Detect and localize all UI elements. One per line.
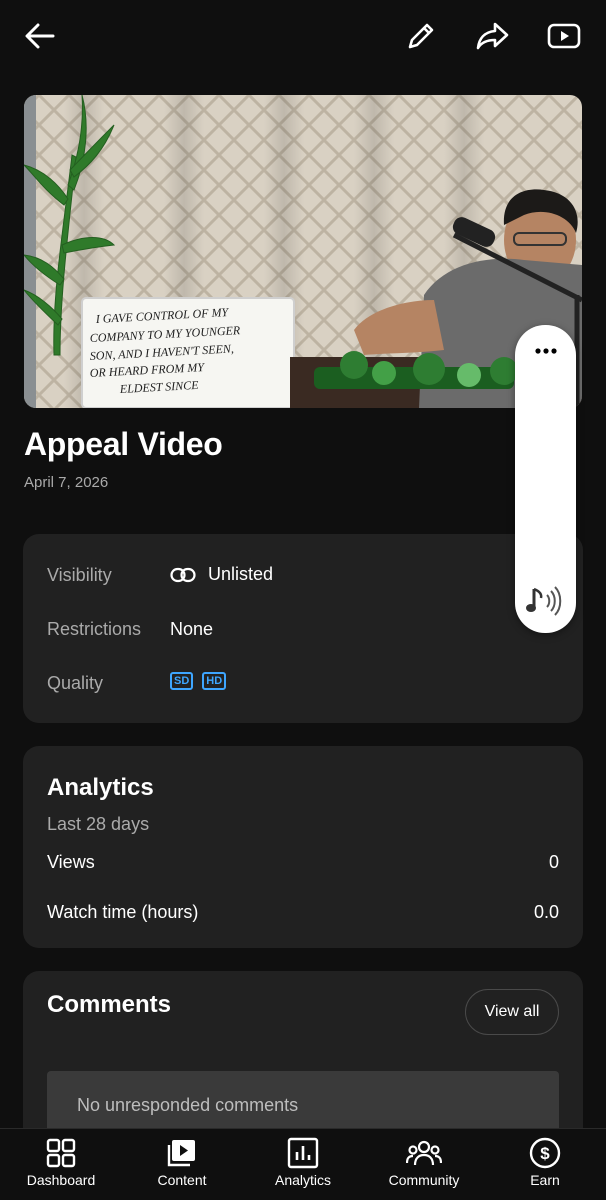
thumbnail-image: I GAVE CONTROL OF MY COMPANY TO MY YOUNG… xyxy=(24,95,582,408)
more-dots-icon xyxy=(535,348,557,354)
more-options-button[interactable] xyxy=(532,343,560,359)
nav-content[interactable]: Content xyxy=(136,1129,228,1200)
top-app-bar xyxy=(0,0,606,72)
views-label: Views xyxy=(47,852,95,872)
analytics-title: Analytics xyxy=(47,774,154,801)
visibility-label: Visibility xyxy=(47,565,112,585)
nav-dashboard-label: Dashboard xyxy=(26,1172,96,1188)
video-details-card: Visibility Unlisted Restrictions None Qu… xyxy=(23,534,583,723)
sd-badge: SD xyxy=(170,672,194,690)
share-button[interactable] xyxy=(472,16,512,56)
view-all-comments-button[interactable]: View all xyxy=(465,989,559,1035)
link-icon xyxy=(170,567,196,582)
nav-analytics[interactable]: Analytics xyxy=(257,1129,349,1200)
nav-earn[interactable]: $ Earn xyxy=(510,1129,580,1200)
video-thumbnail[interactable]: I GAVE CONTROL OF MY COMPANY TO MY YOUNG… xyxy=(24,95,582,408)
analytics-card[interactable]: Analytics Last 28 days Views 0 Watch tim… xyxy=(23,746,583,948)
sound-button[interactable] xyxy=(525,583,565,619)
analytics-period: Last 28 days xyxy=(47,814,150,834)
nav-community-label: Community xyxy=(388,1172,460,1188)
video-title: Appeal Video xyxy=(24,426,223,462)
bottom-navigation: Dashboard Content Analytics Community $ … xyxy=(0,1128,606,1200)
hd-badge: HD xyxy=(202,672,227,690)
floating-side-panel[interactable] xyxy=(515,325,576,633)
earn-dollar-icon: $ xyxy=(529,1137,561,1169)
view-on-youtube-button[interactable] xyxy=(544,16,584,56)
restrictions-value: None xyxy=(170,619,214,639)
community-people-icon xyxy=(406,1140,442,1166)
publish-date: April 7, 2026 xyxy=(24,474,109,491)
no-comments-text: No unresponded comments xyxy=(77,1095,299,1115)
visibility-value[interactable]: Unlisted xyxy=(170,564,273,585)
nav-content-label: Content xyxy=(157,1172,207,1188)
nav-earn-label: Earn xyxy=(530,1172,560,1188)
nav-community[interactable]: Community xyxy=(376,1129,472,1200)
music-note-sound-icon xyxy=(526,586,562,616)
arrow-left-icon xyxy=(25,23,55,49)
edit-button[interactable] xyxy=(401,16,441,56)
quality-label: Quality xyxy=(47,673,104,693)
back-button[interactable] xyxy=(20,16,60,56)
watch-time-row: Watch time (hours) 0.0 xyxy=(47,902,559,923)
visibility-text: Unlisted xyxy=(208,564,274,584)
comments-title: Comments xyxy=(47,991,172,1018)
restrictions-label: Restrictions xyxy=(47,619,142,639)
watch-time-value: 0.0 xyxy=(533,902,559,922)
pencil-icon xyxy=(408,23,434,49)
share-icon xyxy=(476,22,509,50)
content-icon xyxy=(167,1140,195,1167)
analytics-bar-chart-icon xyxy=(287,1137,319,1169)
views-row: Views 0 xyxy=(47,852,559,873)
nav-dashboard[interactable]: Dashboard xyxy=(15,1129,107,1200)
svg-text:$: $ xyxy=(540,1144,550,1163)
quality-badges: SD HD xyxy=(170,672,235,690)
nav-analytics-label: Analytics xyxy=(274,1172,332,1188)
watch-time-label: Watch time (hours) xyxy=(47,902,199,922)
views-value: 0 xyxy=(548,852,559,872)
dashboard-icon xyxy=(46,1138,76,1168)
youtube-play-icon xyxy=(547,23,581,49)
